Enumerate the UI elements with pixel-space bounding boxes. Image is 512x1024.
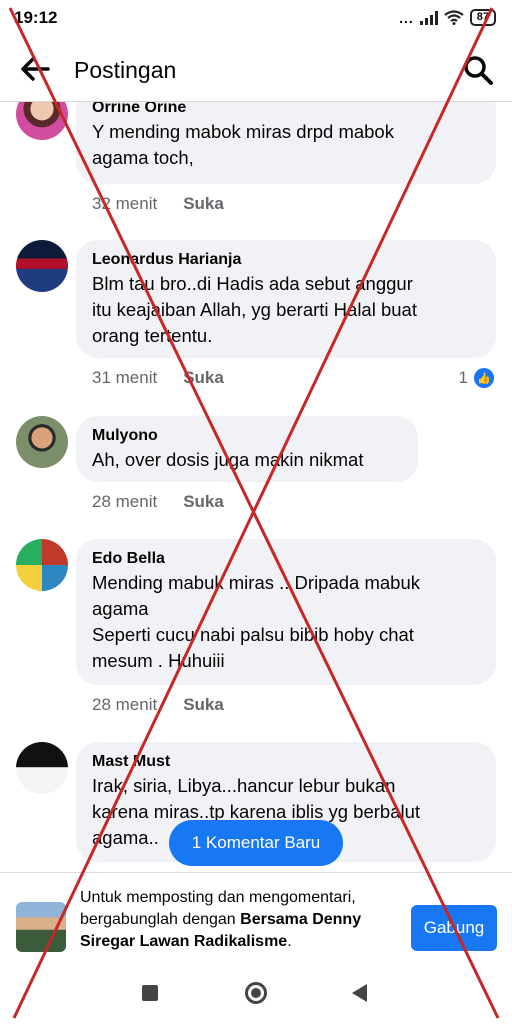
comment-author[interactable]: Mast Must [92, 751, 480, 773]
comment-time[interactable]: 31 menit [92, 368, 157, 388]
comment-meta: 31 menit Suka [92, 368, 224, 388]
comment-bubble[interactable]: Mulyono Ah, over dosis juga makin nikmat [76, 416, 418, 482]
comment-bubble[interactable]: Leonardus Harianja Blm tau bro..di Hadis… [76, 240, 496, 358]
status-bar: 19:12 ... 87 [0, 0, 512, 36]
comment-meta: 28 menit Suka [92, 492, 224, 512]
comment-list[interactable]: Orrine Orine Y mending mabok miras drpd … [0, 102, 512, 872]
join-group-button[interactable]: Gabung [411, 905, 497, 951]
top-app-bar: Postingan [0, 36, 512, 102]
comment-time[interactable]: 28 menit [92, 695, 157, 715]
comment-time[interactable]: 32 menit [92, 194, 157, 214]
avatar[interactable] [16, 102, 68, 140]
comment-author[interactable]: Orrine Orine [92, 102, 480, 119]
search-icon[interactable] [462, 54, 494, 86]
avatar[interactable] [16, 416, 68, 468]
join-prompt: Untuk memposting dan mengomentari, berga… [80, 887, 400, 953]
like-button[interactable]: Suka [183, 492, 224, 512]
comment-meta: 32 menit Suka [92, 194, 224, 214]
new-comments-button[interactable]: 1 Komentar Baru [169, 820, 343, 866]
thumbs-up-icon: 👍 [474, 368, 494, 388]
comment-text: Ah, over dosis juga makin nikmat [92, 449, 364, 470]
comment-author[interactable]: Leonardus Harianja [92, 249, 480, 271]
group-avatar [16, 902, 66, 952]
avatar[interactable] [16, 742, 68, 794]
comment-author[interactable]: Edo Bella [92, 548, 480, 570]
comment-time[interactable]: 28 menit [92, 492, 157, 512]
signal-dots: ... [399, 9, 414, 26]
comment-author[interactable]: Mulyono [92, 425, 402, 447]
avatar[interactable] [16, 240, 68, 292]
reaction-number: 1 [458, 368, 468, 387]
battery-icon: 87 [469, 9, 496, 26]
home-icon[interactable] [245, 982, 267, 1004]
like-button[interactable]: Suka [183, 194, 224, 214]
comment-text: Y mending mabok miras drpd mabok agama t… [92, 121, 394, 168]
join-group-bar: Untuk memposting dan mengomentari, berga… [0, 872, 512, 962]
system-nav-bar [0, 962, 512, 1024]
recent-apps-icon[interactable] [142, 985, 158, 1001]
nav-back-icon[interactable] [352, 984, 367, 1002]
avatar[interactable] [16, 539, 68, 591]
comment-text: Blm tau bro..di Hadis ada sebut anggur i… [92, 273, 417, 346]
status-icons: ... 87 [399, 9, 496, 26]
reaction-count[interactable]: 1 👍 [459, 368, 494, 388]
comment-meta: 28 menit Suka [92, 695, 224, 715]
arrow-left-icon[interactable] [18, 54, 52, 84]
signal-icon [419, 10, 438, 25]
status-time: 19:12 [14, 8, 58, 27]
like-button[interactable]: Suka [183, 695, 224, 715]
comment-text: Mending mabuk miras .. Dripada mabuk aga… [92, 572, 421, 671]
page-title: Postingan [74, 57, 177, 83]
wifi-icon [444, 10, 464, 25]
join-prompt-end: . [287, 933, 292, 950]
comment-bubble[interactable]: Edo Bella Mending mabuk miras .. Dripada… [76, 539, 496, 685]
like-button[interactable]: Suka [183, 368, 224, 388]
comment-bubble[interactable]: Orrine Orine Y mending mabok miras drpd … [76, 102, 496, 184]
